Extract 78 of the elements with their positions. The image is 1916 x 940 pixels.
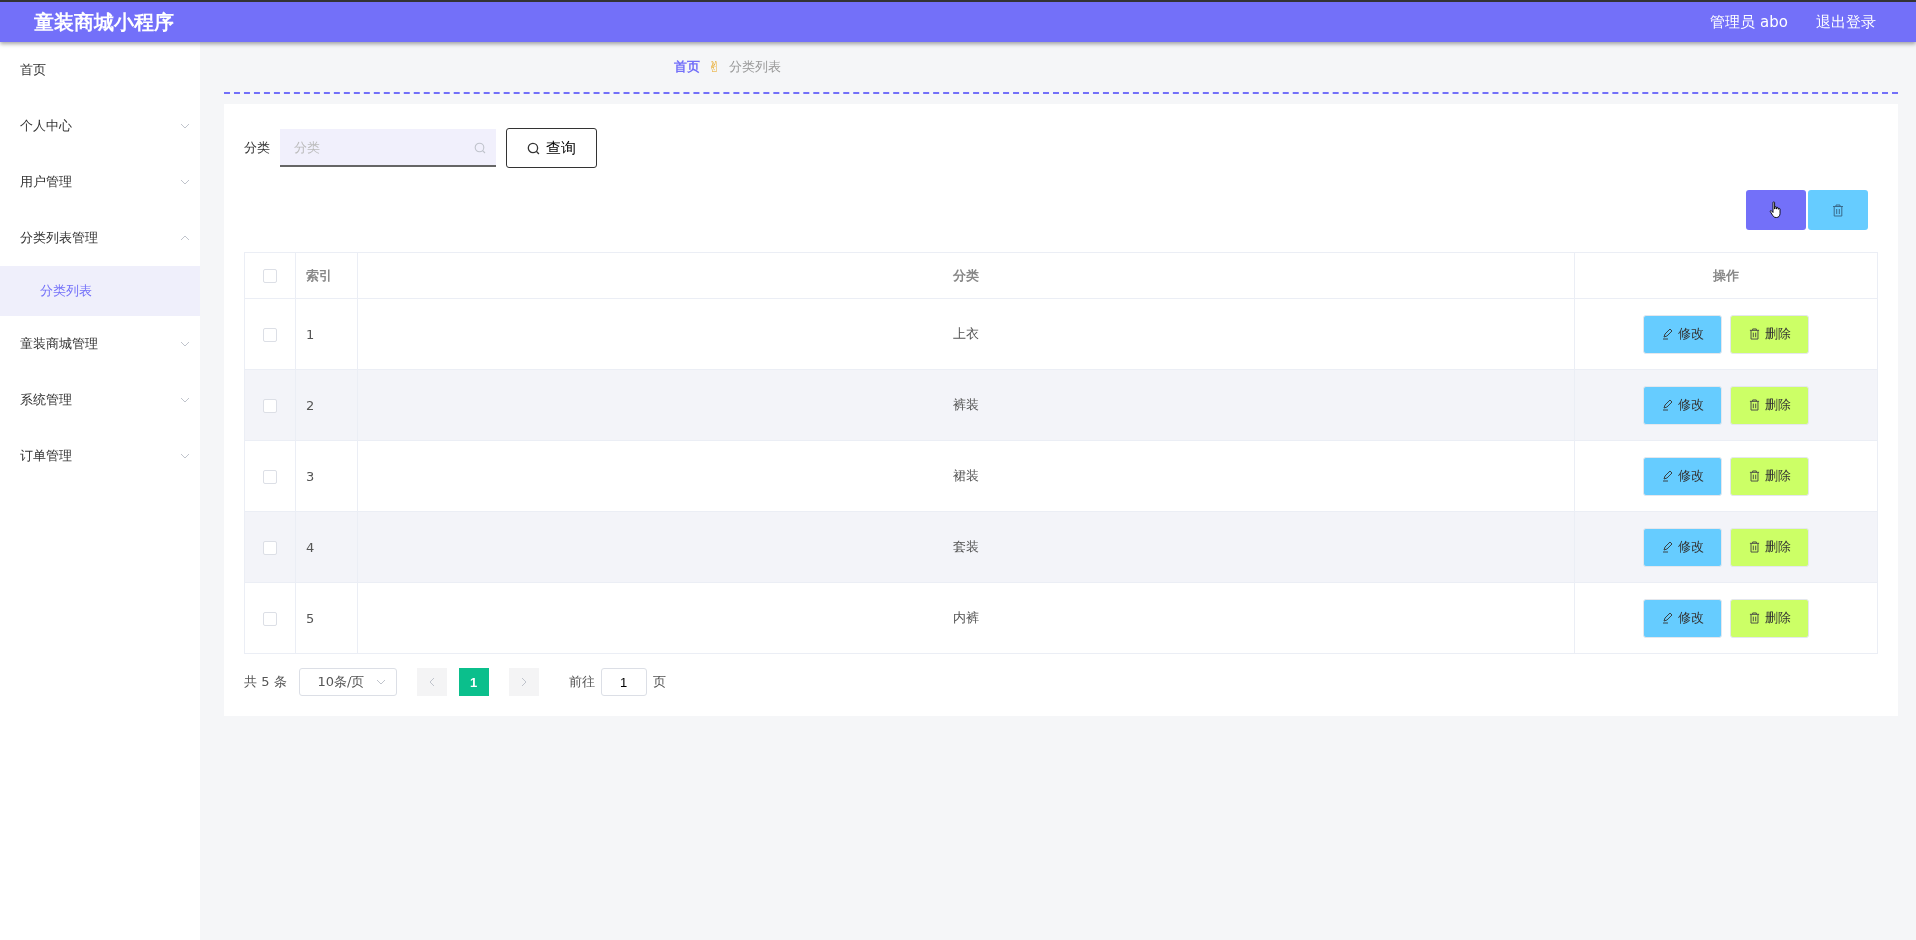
table-cell: 内裤 [357, 582, 1575, 654]
table-cell: 2 [295, 369, 358, 441]
edit-button[interactable]: 修改 [1643, 456, 1722, 496]
trash-icon [1748, 541, 1760, 553]
sidebar-item-label: 首页 [20, 61, 46, 79]
page-size-select[interactable]: 10条/页 [298, 668, 397, 696]
chevron-icon [375, 679, 386, 685]
pencil-icon [1661, 541, 1673, 553]
sidebar-item-label: 分类列表管理 [20, 229, 98, 247]
sidebar-item-label: 个人中心 [20, 117, 72, 135]
table-cell: 上衣 [357, 298, 1575, 370]
sidebar-item[interactable]: 童装商城管理 [0, 316, 200, 372]
delete-button[interactable]: 删除 [1730, 456, 1809, 496]
table-cell: 3 [295, 440, 358, 512]
hand-cursor-icon [1769, 201, 1783, 219]
previous-page-button[interactable] [416, 668, 447, 696]
column-header: 索引 [295, 252, 358, 299]
edit-button[interactable]: 修改 [1643, 314, 1722, 354]
pencil-icon [1661, 399, 1673, 411]
pencil-icon [1661, 328, 1673, 340]
delete-button[interactable]: 删除 [1730, 314, 1809, 354]
column-header: 操作 [1574, 252, 1878, 299]
delete-button[interactable]: 删除 [1730, 598, 1809, 638]
trash-icon [1748, 328, 1760, 340]
sidebar-subitem[interactable]: 分类列表 [0, 266, 200, 316]
app-title: 童装商城小程序 [34, 8, 175, 36]
goto-label: 前往 [568, 673, 595, 691]
edit-button[interactable]: 修改 [1643, 598, 1722, 638]
sidebar-item[interactable]: 订单管理 [0, 428, 200, 484]
delete-button[interactable] [1808, 190, 1868, 230]
row-checkbox[interactable] [263, 469, 277, 484]
search-icon [474, 142, 486, 154]
pencil-icon [1661, 470, 1673, 482]
trash-icon [1748, 399, 1760, 411]
edit-button[interactable]: 修改 [1643, 527, 1722, 567]
sidebar-item[interactable]: 用户管理 [0, 154, 200, 210]
table-cell: 裙装 [357, 440, 1575, 512]
row-checkbox[interactable] [263, 540, 277, 555]
add-button[interactable] [1746, 190, 1806, 230]
sidebar-item-label: 用户管理 [20, 173, 72, 191]
select-all-checkbox[interactable] [263, 269, 277, 284]
user-name: 管理员 abo [1710, 12, 1788, 32]
trash-icon [1748, 470, 1760, 482]
logout-link[interactable]: 退出登录 [1816, 12, 1876, 32]
breadcrumb-item[interactable]: 首页 [674, 58, 700, 76]
search-label: 分类 [244, 139, 270, 157]
chevron-left-icon [428, 677, 435, 687]
edit-button[interactable]: 修改 [1643, 385, 1722, 425]
row-checkbox[interactable] [263, 611, 277, 626]
sidebar-item[interactable]: 首页 [0, 42, 200, 98]
row-checkbox[interactable] [263, 398, 277, 413]
table-cell: 5 [295, 582, 358, 654]
next-page-button[interactable] [508, 668, 539, 696]
sidebar-item-label: 童装商城管理 [20, 335, 98, 353]
table-cell: 套装 [357, 511, 1575, 583]
trash-icon [1832, 203, 1844, 217]
sidebar-item-label: 系统管理 [20, 391, 72, 409]
sidebar-item[interactable]: 个人中心 [0, 98, 200, 154]
breadcrumb-separator: ✌ [708, 58, 721, 76]
search-field[interactable]: 分类 [280, 129, 496, 167]
page-suffix: 页 [652, 673, 666, 691]
pencil-icon [1661, 612, 1673, 624]
chevron-right-icon [520, 677, 527, 687]
sidebar-item[interactable]: 系统管理 [0, 372, 200, 428]
row-checkbox[interactable] [263, 327, 277, 342]
search-icon [527, 141, 540, 155]
table-cell: 裤装 [357, 369, 1575, 441]
search-button[interactable]: 查询 [506, 128, 597, 168]
sidebar-item[interactable]: 分类列表管理 [0, 210, 200, 266]
trash-icon [1748, 612, 1760, 624]
table-cell: 1 [295, 298, 358, 370]
sidebar-item-label: 订单管理 [20, 447, 72, 465]
delete-button[interactable]: 删除 [1730, 385, 1809, 425]
column-header: 分类 [357, 252, 1575, 299]
delete-button[interactable]: 删除 [1730, 527, 1809, 567]
total-count: 共 5 条 [244, 673, 287, 691]
table-cell: 4 [295, 511, 358, 583]
goto-page-field[interactable]: 1 [600, 668, 647, 696]
